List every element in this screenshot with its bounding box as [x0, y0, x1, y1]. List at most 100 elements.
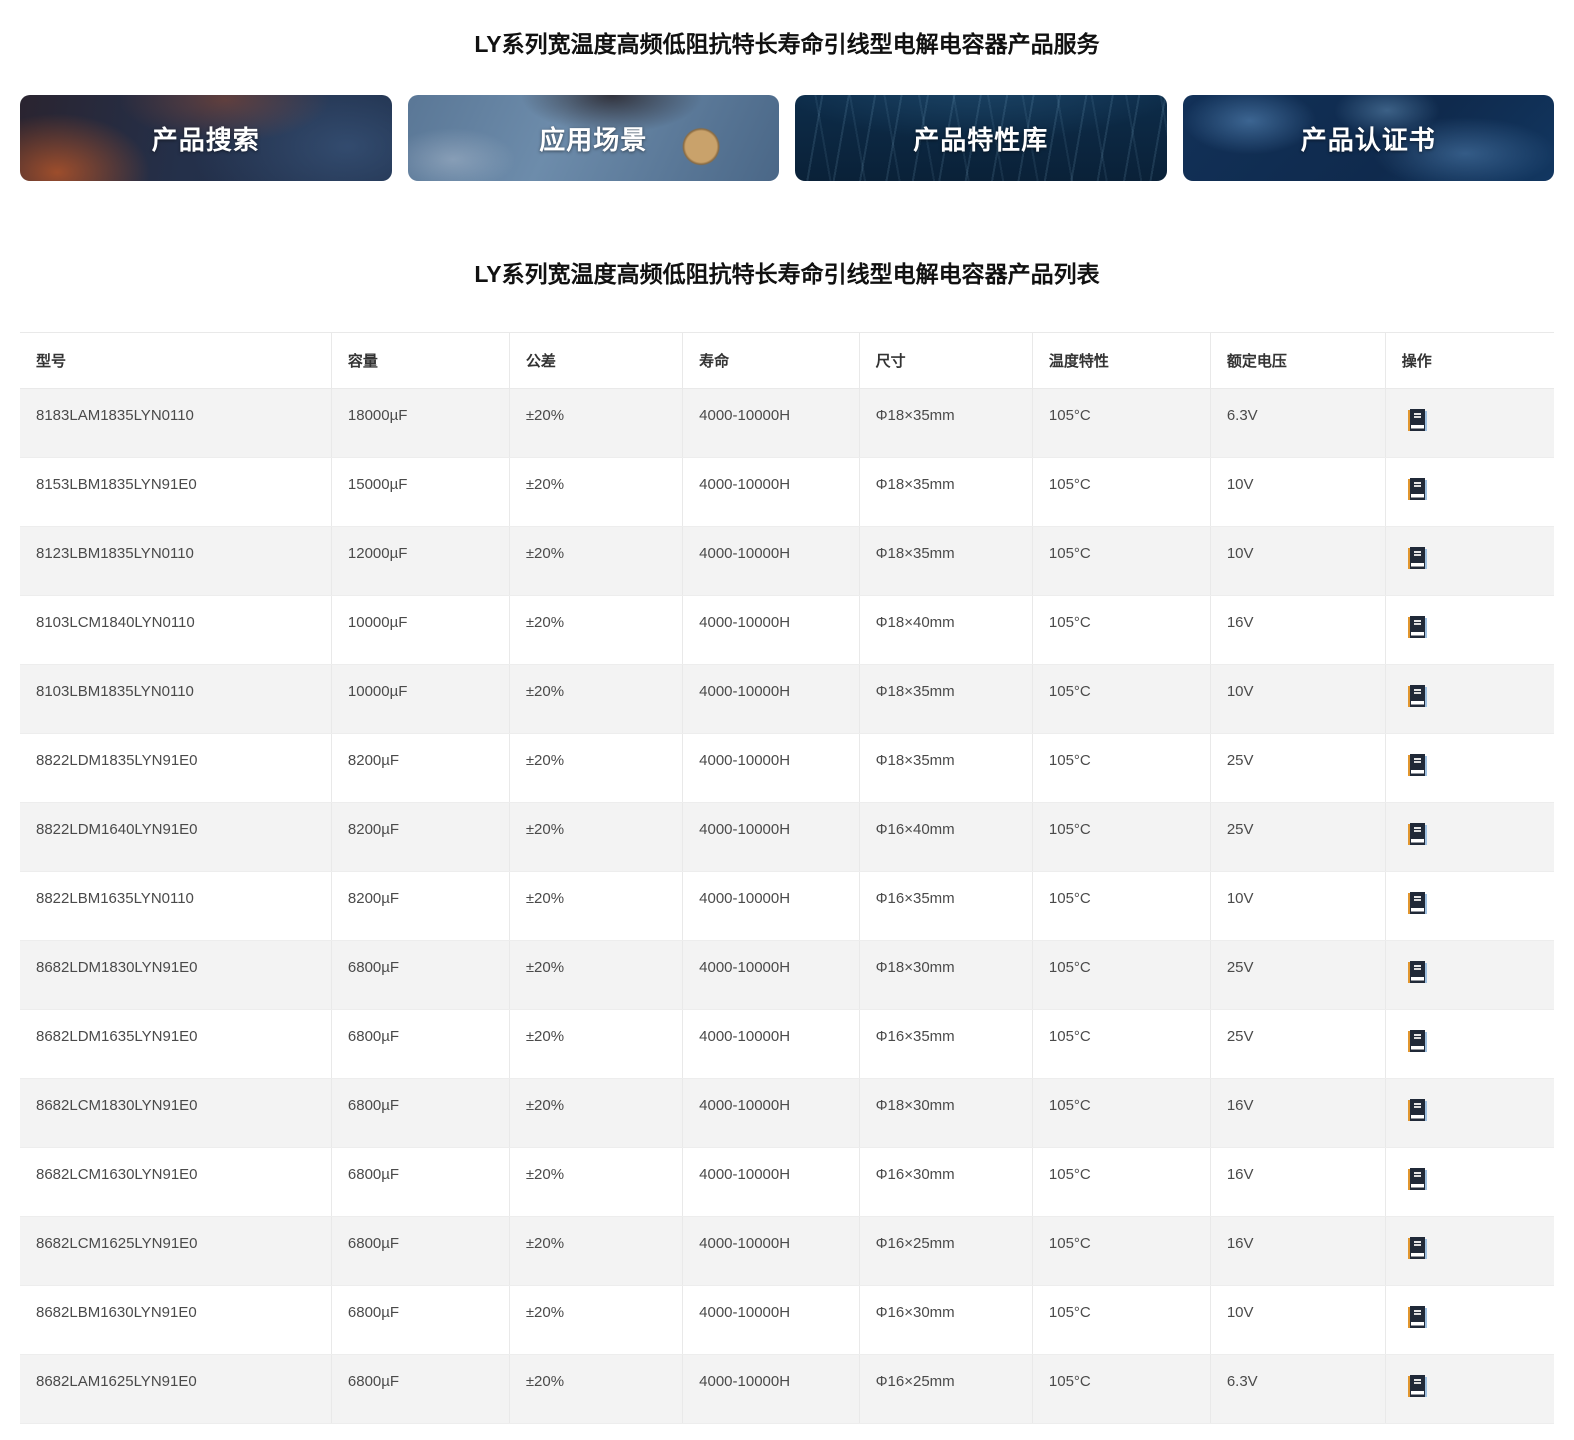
view-document-button[interactable]	[1408, 961, 1428, 985]
cell-temperature: 105°C	[1032, 458, 1210, 527]
cell-size: Φ16×25mm	[859, 1355, 1032, 1424]
view-document-button[interactable]	[1408, 892, 1428, 916]
banner-certificates[interactable]: 产品认证书	[1183, 95, 1555, 181]
cell-capacity: 8200µF	[331, 803, 509, 872]
notebook-icon	[1408, 961, 1428, 985]
view-document-button[interactable]	[1408, 685, 1428, 709]
table-row: 8682LAM1625LYN91E0 6800µF ±20% 4000-1000…	[20, 1355, 1554, 1424]
column-header-life: 寿命	[683, 333, 859, 389]
notebook-icon	[1408, 754, 1428, 778]
cell-life: 4000-10000H	[683, 1355, 859, 1424]
notebook-icon	[1408, 685, 1428, 709]
table-body: 8183LAM1835LYN0110 18000µF ±20% 4000-100…	[20, 389, 1554, 1424]
cell-action	[1385, 941, 1554, 1010]
view-document-button[interactable]	[1408, 409, 1428, 433]
view-document-button[interactable]	[1408, 547, 1428, 571]
table-row: 8682LCM1630LYN91E0 6800µF ±20% 4000-1000…	[20, 1148, 1554, 1217]
cell-voltage: 10V	[1210, 527, 1385, 596]
cell-model: 8822LDM1835LYN91E0	[20, 734, 331, 803]
cell-model: 8682LCM1625LYN91E0	[20, 1217, 331, 1286]
cell-model: 8103LCM1840LYN0110	[20, 596, 331, 665]
view-document-button[interactable]	[1408, 1168, 1428, 1192]
column-header-model: 型号	[20, 333, 331, 389]
view-document-button[interactable]	[1408, 823, 1428, 847]
cell-model: 8822LBM1635LYN0110	[20, 872, 331, 941]
cell-action	[1385, 872, 1554, 941]
cell-life: 4000-10000H	[683, 1286, 859, 1355]
cell-size: Φ16×25mm	[859, 1217, 1032, 1286]
product-table: 型号 容量 公差 寿命 尺寸 温度特性 额定电压 操作 8183LAM1835L…	[20, 332, 1554, 1424]
cell-size: Φ16×30mm	[859, 1148, 1032, 1217]
cell-size: Φ18×40mm	[859, 596, 1032, 665]
cell-size: Φ18×35mm	[859, 734, 1032, 803]
view-document-button[interactable]	[1408, 478, 1428, 502]
view-document-button[interactable]	[1408, 616, 1428, 640]
cell-action	[1385, 1217, 1554, 1286]
cell-size: Φ16×35mm	[859, 872, 1032, 941]
banner-application-scenes-label: 应用场景	[539, 120, 647, 157]
cell-tolerance: ±20%	[509, 1286, 682, 1355]
cell-voltage: 25V	[1210, 941, 1385, 1010]
cell-capacity: 8200µF	[331, 734, 509, 803]
cell-capacity: 6800µF	[331, 1217, 509, 1286]
banner-product-search[interactable]: 产品搜索	[20, 95, 392, 181]
notebook-icon	[1408, 547, 1428, 571]
list-title: LY系列宽温度高频低阻抗特长寿命引线型电解电容器产品列表	[20, 258, 1554, 290]
view-document-button[interactable]	[1408, 1030, 1428, 1054]
cell-capacity: 18000µF	[331, 389, 509, 458]
view-document-button[interactable]	[1408, 754, 1428, 778]
cell-voltage: 25V	[1210, 803, 1385, 872]
cell-voltage: 10V	[1210, 458, 1385, 527]
banner-feature-library-label: 产品特性库	[913, 120, 1048, 157]
cell-model: 8822LDM1640LYN91E0	[20, 803, 331, 872]
cell-temperature: 105°C	[1032, 1286, 1210, 1355]
cell-life: 4000-10000H	[683, 665, 859, 734]
cell-life: 4000-10000H	[683, 596, 859, 665]
cell-tolerance: ±20%	[509, 941, 682, 1010]
cell-size: Φ18×30mm	[859, 1079, 1032, 1148]
cell-voltage: 25V	[1210, 734, 1385, 803]
table-row: 8153LBM1835LYN91E0 15000µF ±20% 4000-100…	[20, 458, 1554, 527]
cell-tolerance: ±20%	[509, 1217, 682, 1286]
view-document-button[interactable]	[1408, 1375, 1428, 1399]
cell-life: 4000-10000H	[683, 1217, 859, 1286]
banner-application-scenes[interactable]: 应用场景	[408, 95, 780, 181]
cell-model: 8682LCM1830LYN91E0	[20, 1079, 331, 1148]
cell-tolerance: ±20%	[509, 665, 682, 734]
notebook-icon	[1408, 1237, 1428, 1261]
cell-tolerance: ±20%	[509, 1010, 682, 1079]
cell-capacity: 6800µF	[331, 1079, 509, 1148]
column-header-voltage: 额定电压	[1210, 333, 1385, 389]
table-row: 8822LDM1835LYN91E0 8200µF ±20% 4000-1000…	[20, 734, 1554, 803]
cell-life: 4000-10000H	[683, 458, 859, 527]
cell-model: 8682LDM1635LYN91E0	[20, 1010, 331, 1079]
cell-capacity: 6800µF	[331, 1355, 509, 1424]
cell-action	[1385, 734, 1554, 803]
cell-temperature: 105°C	[1032, 389, 1210, 458]
banner-feature-library[interactable]: 产品特性库	[795, 95, 1167, 181]
cell-action	[1385, 803, 1554, 872]
cell-tolerance: ±20%	[509, 872, 682, 941]
notebook-icon	[1408, 1375, 1428, 1399]
column-header-tolerance: 公差	[509, 333, 682, 389]
column-header-capacity: 容量	[331, 333, 509, 389]
view-document-button[interactable]	[1408, 1099, 1428, 1123]
cell-life: 4000-10000H	[683, 872, 859, 941]
cell-model: 8682LAM1625LYN91E0	[20, 1355, 331, 1424]
cell-size: Φ18×35mm	[859, 527, 1032, 596]
cell-capacity: 10000µF	[331, 665, 509, 734]
notebook-icon	[1408, 1099, 1428, 1123]
cell-model: 8183LAM1835LYN0110	[20, 389, 331, 458]
cell-capacity: 10000µF	[331, 596, 509, 665]
column-header-action: 操作	[1385, 333, 1554, 389]
cell-model: 8682LCM1630LYN91E0	[20, 1148, 331, 1217]
view-document-button[interactable]	[1408, 1237, 1428, 1261]
cell-temperature: 105°C	[1032, 665, 1210, 734]
view-document-button[interactable]	[1408, 1306, 1428, 1330]
cell-temperature: 105°C	[1032, 1217, 1210, 1286]
cell-temperature: 105°C	[1032, 872, 1210, 941]
cell-action	[1385, 596, 1554, 665]
cell-temperature: 105°C	[1032, 803, 1210, 872]
cell-capacity: 6800µF	[331, 1148, 509, 1217]
cell-size: Φ18×35mm	[859, 458, 1032, 527]
